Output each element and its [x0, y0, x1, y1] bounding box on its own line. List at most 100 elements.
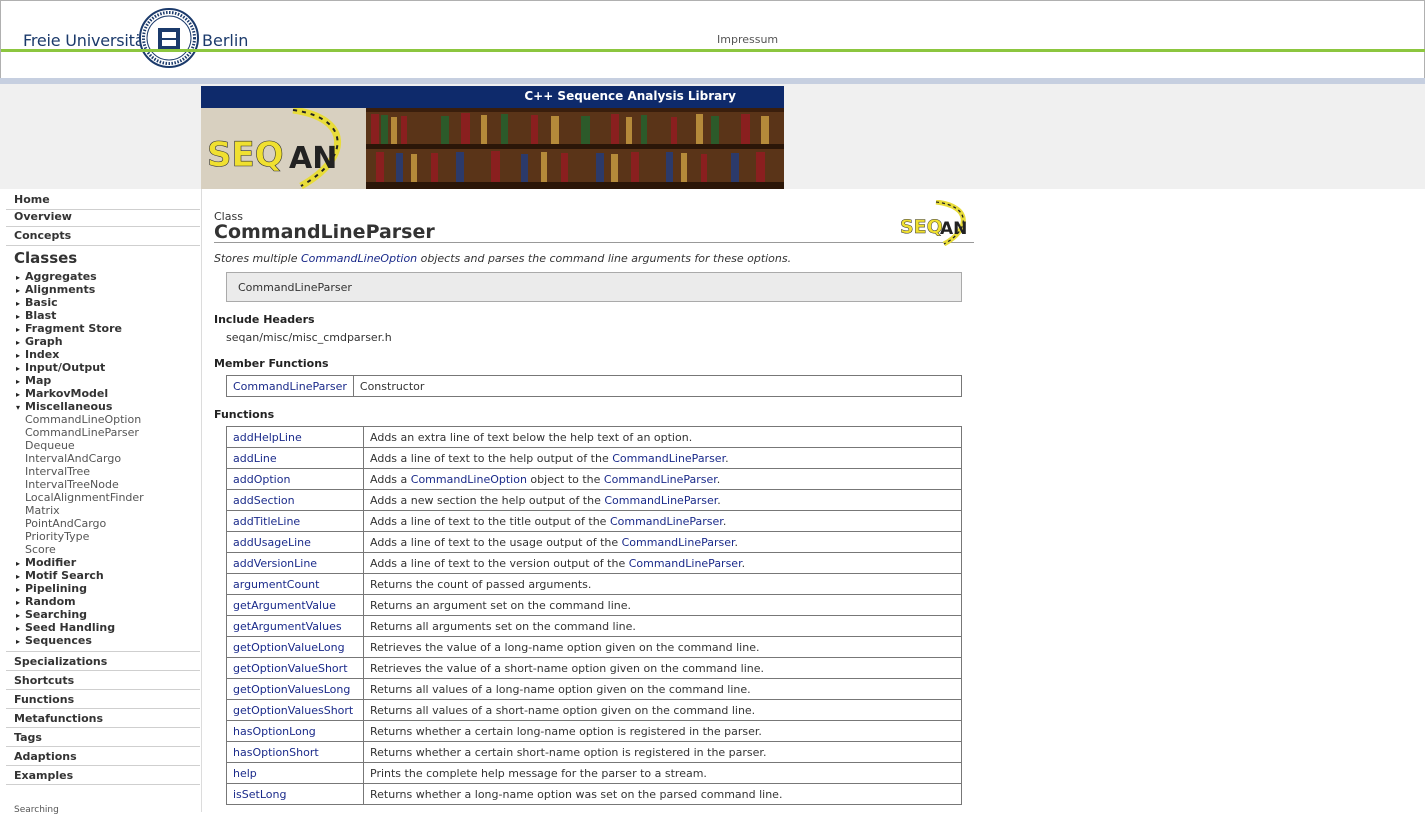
function-link[interactable]: isSetLong — [233, 788, 286, 801]
function-link[interactable]: hasOptionLong — [233, 725, 316, 738]
table-cell-desc: Returns whether a long-name option was s… — [363, 783, 962, 805]
function-link[interactable]: getArgumentValues — [233, 620, 342, 633]
fu-logo-text[interactable]: Freie Universität — [23, 31, 151, 50]
impressum-link[interactable]: Impressum — [717, 33, 778, 46]
sidebar-subitem[interactable]: IntervalAndCargo — [25, 452, 121, 465]
svg-text:SEQ: SEQ — [900, 216, 943, 238]
sidebar-subitem[interactable]: PointAndCargo — [25, 517, 106, 530]
table-row: getOptionValueLong Retrieves the value of… — [226, 636, 962, 658]
function-link[interactable]: addHelpLine — [233, 431, 302, 444]
sidebar-category[interactable]: ▸ Alignments — [16, 283, 95, 296]
sidebar-subitem[interactable]: IntervalTree — [25, 465, 90, 478]
sidebar-tags[interactable]: Tags — [14, 731, 42, 744]
sidebar-specializations[interactable]: Specializations — [14, 655, 107, 668]
sidebar-category[interactable]: ▸ Modifier — [16, 556, 76, 569]
sidebar-category[interactable]: ▸ Basic — [16, 296, 58, 309]
sidebar-category[interactable]: ▸ MarkovModel — [16, 387, 108, 400]
type-link[interactable]: CommandLineParser — [604, 473, 717, 486]
sidebar-category[interactable]: ▸ Fragment Store — [16, 322, 122, 335]
function-link[interactable]: getOptionValueShort — [233, 662, 348, 675]
table-row: getOptionValuesLong Returns all values of… — [226, 678, 962, 700]
function-link[interactable]: hasOptionShort — [233, 746, 319, 759]
table-row: getArgumentValues Returns all arguments s… — [226, 615, 962, 637]
type-link[interactable]: CommandLineParser — [612, 452, 725, 465]
table-cell-name: addLine — [226, 447, 364, 469]
expand-arrow-icon: ▸ — [16, 598, 21, 607]
type-link[interactable]: CommandLineParser — [629, 557, 742, 570]
sidebar-subitem[interactable]: IntervalTreeNode — [25, 478, 119, 491]
sidebar-category[interactable]: ▸ Blast — [16, 309, 56, 322]
description-link[interactable]: CommandLineOption — [301, 252, 417, 265]
type-link[interactable]: CommandLineParser — [604, 494, 717, 507]
university-seal-icon[interactable] — [139, 6, 199, 70]
table-cell-desc: Retrieves the value of a long-name optio… — [363, 636, 962, 658]
function-link[interactable]: addLine — [233, 452, 277, 465]
function-link[interactable]: addSection — [233, 494, 295, 507]
sidebar-subitem[interactable]: CommandLineParser — [25, 426, 139, 439]
table-cell-desc: Retrieves the value of a short-name opti… — [363, 657, 962, 679]
sidebar-category[interactable]: ▸ Random — [16, 595, 76, 608]
collapse-arrow-icon: ▾ — [16, 403, 21, 412]
sidebar-category[interactable]: ▸ Motif Search — [16, 569, 104, 582]
sidebar-divider — [6, 727, 200, 728]
sidebar-metafunctions[interactable]: Metafunctions — [14, 712, 103, 725]
sidebar-home[interactable]: Home — [14, 193, 50, 206]
sidebar-category[interactable]: ▸ Input/Output — [16, 361, 105, 374]
expand-arrow-icon: ▸ — [16, 338, 21, 347]
type-link[interactable]: CommandLineParser — [622, 536, 735, 549]
library-bookshelf-image: SEQ AN — [201, 108, 784, 189]
sidebar-category[interactable]: ▸ Graph — [16, 335, 63, 348]
svg-text:SEQ: SEQ — [207, 135, 284, 175]
sidebar-subitem[interactable]: Matrix — [25, 504, 60, 517]
sidebar-subitem[interactable]: PriorityType — [25, 530, 89, 543]
sidebar-subitem[interactable]: Score — [25, 543, 56, 556]
function-link[interactable]: getArgumentValue — [233, 599, 336, 612]
table-cell-desc: Adds a line of text to the version outpu… — [363, 552, 962, 574]
function-link[interactable]: getOptionValuesShort — [233, 704, 353, 717]
function-link[interactable]: argumentCount — [233, 578, 319, 591]
function-link[interactable]: addVersionLine — [233, 557, 317, 570]
sidebar-subitem[interactable]: LocalAlignmentFinder — [25, 491, 144, 504]
fu-logo-text-berlin[interactable]: Berlin — [202, 31, 248, 50]
function-link[interactable]: CommandLineParser — [233, 380, 347, 393]
sidebar-category[interactable]: ▸ Seed Handling — [16, 621, 115, 634]
function-link[interactable]: getOptionValuesLong — [233, 683, 350, 696]
table-cell-name: addTitleLine — [226, 510, 364, 532]
function-link[interactable]: help — [233, 767, 257, 780]
expand-arrow-icon: ▸ — [16, 299, 21, 308]
function-link[interactable]: addTitleLine — [233, 515, 300, 528]
type-link[interactable]: CommandLineParser — [610, 515, 723, 528]
sidebar-subitem[interactable]: Dequeue — [25, 439, 75, 452]
site-header: Freie Universität Berlin Impressum — [0, 0, 1425, 79]
svg-text:AN: AN — [940, 219, 967, 239]
table-row: hasOptionLong Returns whether a certain l… — [226, 720, 962, 742]
sidebar-category-expanded[interactable]: ▾ Miscellaneous — [16, 400, 112, 413]
function-link[interactable]: addOption — [233, 473, 290, 486]
table-cell-desc: Prints the complete help message for the… — [363, 762, 962, 784]
sidebar-category[interactable]: ▸ Map — [16, 374, 51, 387]
sidebar-overview[interactable]: Overview — [14, 210, 72, 223]
type-link[interactable]: CommandLineOption — [411, 473, 527, 486]
sidebar-category[interactable]: ▸ Sequences — [16, 634, 92, 647]
seqan-logo-icon[interactable]: SEQ AN — [900, 200, 972, 246]
function-link[interactable]: getOptionValueLong — [233, 641, 345, 654]
sidebar-category[interactable]: ▸ Aggregates — [16, 270, 97, 283]
sidebar-subitem[interactable]: CommandLineOption — [25, 413, 141, 426]
sidebar-shortcuts[interactable]: Shortcuts — [14, 674, 74, 687]
sidebar-concepts[interactable]: Concepts — [14, 229, 71, 242]
expand-arrow-icon: ▸ — [16, 585, 21, 594]
function-link[interactable]: addUsageLine — [233, 536, 311, 549]
sidebar-adaptions[interactable]: Adaptions — [14, 750, 77, 763]
table-cell-desc: Adds a line of text to the title output … — [363, 510, 962, 532]
sidebar-category[interactable]: ▸ Searching — [16, 608, 87, 621]
sidebar-divider — [6, 670, 200, 671]
sidebar-functions[interactable]: Functions — [14, 693, 74, 706]
seqan-banner: C++ Sequence Analysis Library SEQ AN — [201, 86, 784, 189]
sidebar-examples[interactable]: Examples — [14, 769, 73, 782]
sidebar-divider — [6, 226, 200, 227]
banner-title-bar: C++ Sequence Analysis Library — [201, 86, 784, 108]
table-cell-desc: Returns all arguments set on the command… — [363, 615, 962, 637]
sidebar-category[interactable]: ▸ Pipelining — [16, 582, 87, 595]
sidebar-classes[interactable]: Classes — [14, 249, 77, 267]
sidebar-category[interactable]: ▸ Index — [16, 348, 59, 361]
